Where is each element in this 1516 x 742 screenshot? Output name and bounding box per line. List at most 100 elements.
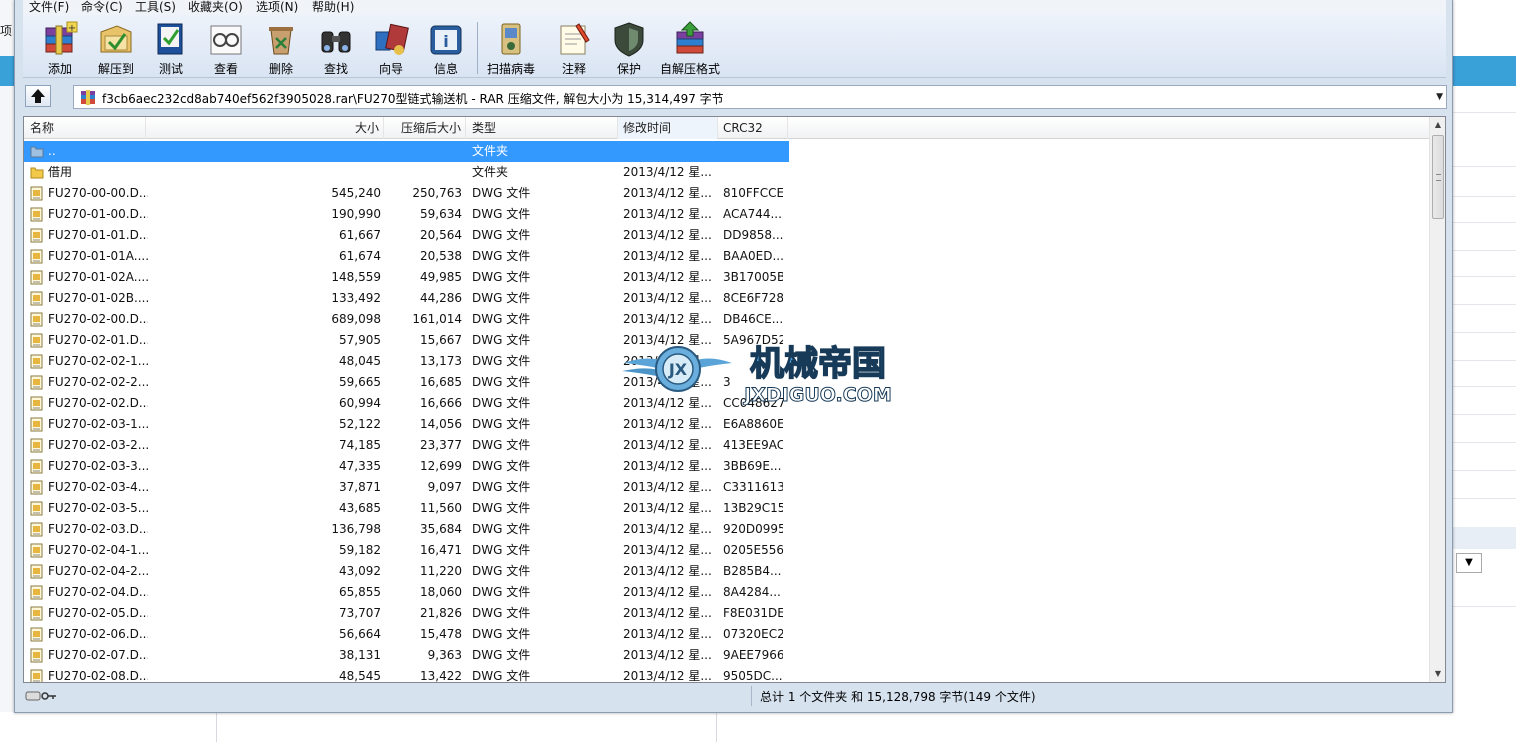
file-row[interactable]: FU270-01-01.D... 61,667 20,564 DWG 文件 2013/4…: [24, 225, 789, 246]
file-row[interactable]: FU270-02-03-4... 37,871 9,097 DWG 文件 2013/4/…: [24, 477, 789, 498]
file-row[interactable]: FU270-01-01A.... 61,674 20,538 DWG 文件 2013/4…: [24, 246, 789, 267]
find-button[interactable]: 查找: [308, 18, 364, 78]
file-row[interactable]: FU270-01-02A.... 148,559 49,985 DWG 文件 2013/…: [24, 267, 789, 288]
file-crc32: 413EE9AC: [723, 438, 783, 452]
file-size: 48,045: [339, 354, 381, 368]
file-row[interactable]: FU270-01-02B.... 133,492 44,286 DWG 文件 2013/…: [24, 288, 789, 309]
column-packed-size[interactable]: 压缩后大小: [384, 117, 466, 139]
file-type: DWG 文件: [472, 396, 531, 410]
file-packed-size: 20,564: [420, 228, 462, 242]
file-list: 名称 大小 压缩后大小 类型 修改时间 CRC32 .. 文件夹借用 文件夹 2013…: [23, 116, 1446, 683]
chevron-down-icon[interactable]: ▼: [1436, 92, 1443, 102]
watermark-logo: JX 机械帝国 JXDIGUO.COM: [622, 343, 892, 405]
up-folder-button[interactable]: [25, 85, 51, 107]
file-size: 52,122: [339, 417, 381, 431]
column-size[interactable]: 大小: [146, 117, 384, 139]
vertical-scrollbar[interactable]: ▲ ▼: [1429, 117, 1445, 682]
file-row[interactable]: FU270-02-03-2... 74,185 23,377 DWG 文件 2013/4…: [24, 435, 789, 456]
file-row[interactable]: FU270-02-08.D... 48,545 13,422 DWG 文件 2013/4…: [24, 666, 789, 682]
file-packed-size: [384, 141, 462, 162]
file-size: 61,674: [339, 249, 381, 263]
file-crc32: 810FFCCE: [723, 186, 783, 200]
sfx-button[interactable]: 自解压格式: [656, 18, 724, 78]
menu-file[interactable]: 文件(F): [29, 0, 69, 15]
file-size: [274, 162, 381, 183]
file-type: 文件夹: [472, 144, 509, 158]
file-row[interactable]: FU270-02-03-5... 43,685 11,560 DWG 文件 2013/4…: [24, 498, 789, 519]
file-name: FU270-02-02.D...: [48, 396, 148, 410]
file-row[interactable]: FU270-02-03-1... 52,122 14,056 DWG 文件 2013/4…: [24, 414, 789, 435]
file-name: ..: [48, 144, 56, 158]
menu-favorites[interactable]: 收藏夹(O): [188, 0, 243, 15]
file-modified: 2013/4/12 星...: [623, 417, 712, 431]
watermark-url: JXDIGUO.COM: [742, 384, 892, 405]
file-type: DWG 文件: [472, 291, 531, 305]
file-row[interactable]: FU270-02-03-3... 47,335 12,699 DWG 文件 2013/4…: [24, 456, 789, 477]
view-button[interactable]: 查看: [198, 18, 254, 78]
file-row[interactable]: FU270-00-00.D... 545,240 250,763 DWG 文件 2013…: [24, 183, 789, 204]
info-icon: i: [430, 25, 462, 55]
protect-icon: [614, 22, 644, 57]
file-type: DWG 文件: [472, 627, 531, 641]
file-packed-size: 35,684: [420, 522, 462, 536]
file-name: FU270-01-02A....: [48, 270, 148, 284]
file-row[interactable]: FU270-02-00.D... 689,098 161,014 DWG 文件 2013…: [24, 309, 789, 330]
file-name: FU270-02-03.D...: [48, 522, 148, 536]
file-modified: 2013/4/12 星...: [623, 186, 712, 200]
file-modified: 2013/4/12 星...: [623, 228, 712, 242]
file-row[interactable]: FU270-02-07.D... 38,131 9,363 DWG 文件 2013/4/…: [24, 645, 789, 666]
file-row[interactable]: FU270-02-05.D... 73,707 21,826 DWG 文件 2013/4…: [24, 603, 789, 624]
file-row[interactable]: FU270-02-03.D... 136,798 35,684 DWG 文件 2013/…: [24, 519, 789, 540]
file-crc32: F8E031DE: [723, 606, 783, 620]
status-summary: 总计 1 个文件夹 和 15,128,798 字节(149 个文件): [760, 690, 1036, 704]
menu-options[interactable]: 选项(N): [256, 0, 298, 15]
file-type: DWG 文件: [472, 459, 531, 473]
background-select[interactable]: ▼: [1456, 553, 1482, 573]
file-modified: 2013/4/12 星...: [623, 606, 712, 620]
delete-button[interactable]: 删除: [253, 18, 309, 78]
dwg-file-icon: [30, 669, 44, 682]
file-modified: 2013/4/12 星...: [623, 564, 712, 578]
comment-button[interactable]: 注释: [546, 18, 602, 78]
path-combobox[interactable]: f3cb6aec232cd8ab740ef562f3905028.rar\FU2…: [73, 85, 1447, 109]
dwg-file-icon: [30, 249, 44, 264]
file-row[interactable]: FU270-02-06.D... 56,664 15,478 DWG 文件 2013/4…: [24, 624, 789, 645]
scroll-up-arrow-icon[interactable]: ▲: [1430, 117, 1445, 133]
file-row[interactable]: FU270-02-04-1... 59,182 16,471 DWG 文件 2013/4…: [24, 540, 789, 561]
file-row[interactable]: FU270-02-04.D... 65,855 18,060 DWG 文件 2013/4…: [24, 582, 789, 603]
column-type[interactable]: 类型: [466, 117, 618, 139]
menu-tools[interactable]: 工具(S): [135, 0, 176, 15]
parent-folder-row[interactable]: .. 文件夹: [24, 141, 789, 162]
file-row[interactable]: FU270-01-00.D... 190,990 59,634 DWG 文件 2013/…: [24, 204, 789, 225]
scroll-thumb[interactable]: [1432, 135, 1444, 219]
column-name[interactable]: 名称: [24, 117, 146, 139]
folder-row[interactable]: 借用 文件夹 2013/4/12 星...: [24, 162, 789, 183]
column-crc32[interactable]: CRC32: [718, 117, 788, 139]
test-button[interactable]: 测试: [143, 18, 199, 78]
file-crc32: 07320EC2: [723, 627, 783, 641]
add-button[interactable]: + 添加: [32, 18, 88, 78]
background-label: 项: [0, 24, 13, 38]
wizard-button[interactable]: 向导: [363, 18, 419, 78]
file-modified: 2013/4/12 星...: [623, 648, 712, 662]
sfx-icon: [676, 21, 704, 54]
virus-scan-button[interactable]: 扫描病毒: [483, 18, 539, 78]
file-packed-size: 15,478: [420, 627, 462, 641]
file-modified: [623, 141, 713, 162]
file-row[interactable]: FU270-02-04-2... 43,092 11,220 DWG 文件 2013/4…: [24, 561, 789, 582]
file-crc32: 9AEE7966: [723, 648, 783, 662]
menu-commands[interactable]: 命令(C): [81, 0, 123, 15]
file-type: DWG 文件: [472, 270, 531, 284]
file-name: FU270-02-04-2...: [48, 564, 148, 578]
file-modified: 2013/4/12 星...: [623, 480, 712, 494]
file-modified: 2013/4/12 星...: [623, 501, 712, 515]
scroll-down-arrow-icon[interactable]: ▼: [1430, 666, 1445, 682]
protect-button[interactable]: 保护: [601, 18, 657, 78]
file-type: DWG 文件: [472, 186, 531, 200]
dwg-file-icon: [30, 417, 44, 432]
column-modified[interactable]: 修改时间: [618, 117, 718, 139]
file-crc32: ACA744...: [723, 207, 782, 221]
menu-help[interactable]: 帮助(H): [312, 0, 354, 15]
info-button[interactable]: i 信息: [418, 18, 474, 78]
extract-to-button[interactable]: 解压到: [88, 18, 144, 78]
